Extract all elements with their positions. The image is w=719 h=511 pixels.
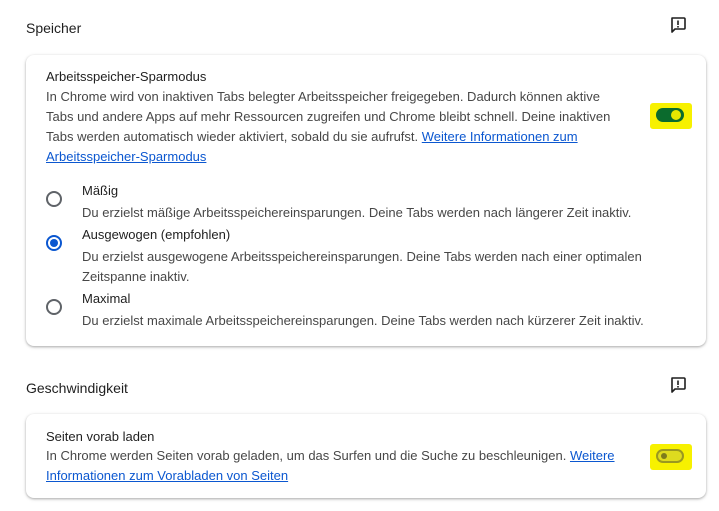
radio-label-ausgewogen: Ausgewogen (empfohlen) [82,227,231,242]
memory-saver-toggle-highlight [650,103,692,129]
section-title-speicher: Speicher [26,20,82,36]
radio-label-maximal: Maximal [82,291,131,306]
section-title-geschwindigkeit: Geschwindigkeit [26,380,128,396]
memory-saver-toggle[interactable] [656,108,684,122]
radio-button-ausgewogen[interactable] [46,235,62,251]
memory-saver-toggle-knob [671,110,681,120]
preload-card: Seiten vorab laden In Chrome werden Seit… [26,414,706,498]
memory-saver-card: Arbeitsspeicher-Sparmodus In Chrome wird… [26,55,706,346]
feedback-icon[interactable] [668,375,688,395]
radio-description-maximal: Du erzielst maximale Arbeitsspeichereins… [82,313,644,328]
radio-description-maessig: Du erzielst mäßige Arbeitsspeichereinspa… [82,205,632,220]
memory-saver-description: In Chrome wird von inaktiven Tabs belegt… [46,87,616,167]
preload-toggle-knob [661,453,667,459]
radio-dot [50,239,58,247]
preload-title: Seiten vorab laden [46,429,155,444]
preload-description: In Chrome werden Seiten vorab geladen, u… [46,446,616,486]
memory-saver-title: Arbeitsspeicher-Sparmodus [46,69,207,84]
preload-toggle[interactable] [656,449,684,463]
feedback-icon-svg [671,377,686,393]
radio-description-ausgewogen: Du erzielst ausgewogene Arbeitsspeichere… [82,249,642,284]
preload-toggle-highlight [650,444,692,470]
feedback-icon[interactable] [668,15,688,35]
radio-button-maessig[interactable] [46,191,62,207]
radio-label-maessig: Mäßig [82,183,119,198]
preload-description-text: In Chrome werden Seiten vorab geladen, u… [46,448,567,463]
feedback-icon-svg [671,17,686,33]
radio-button-maximal[interactable] [46,299,62,315]
